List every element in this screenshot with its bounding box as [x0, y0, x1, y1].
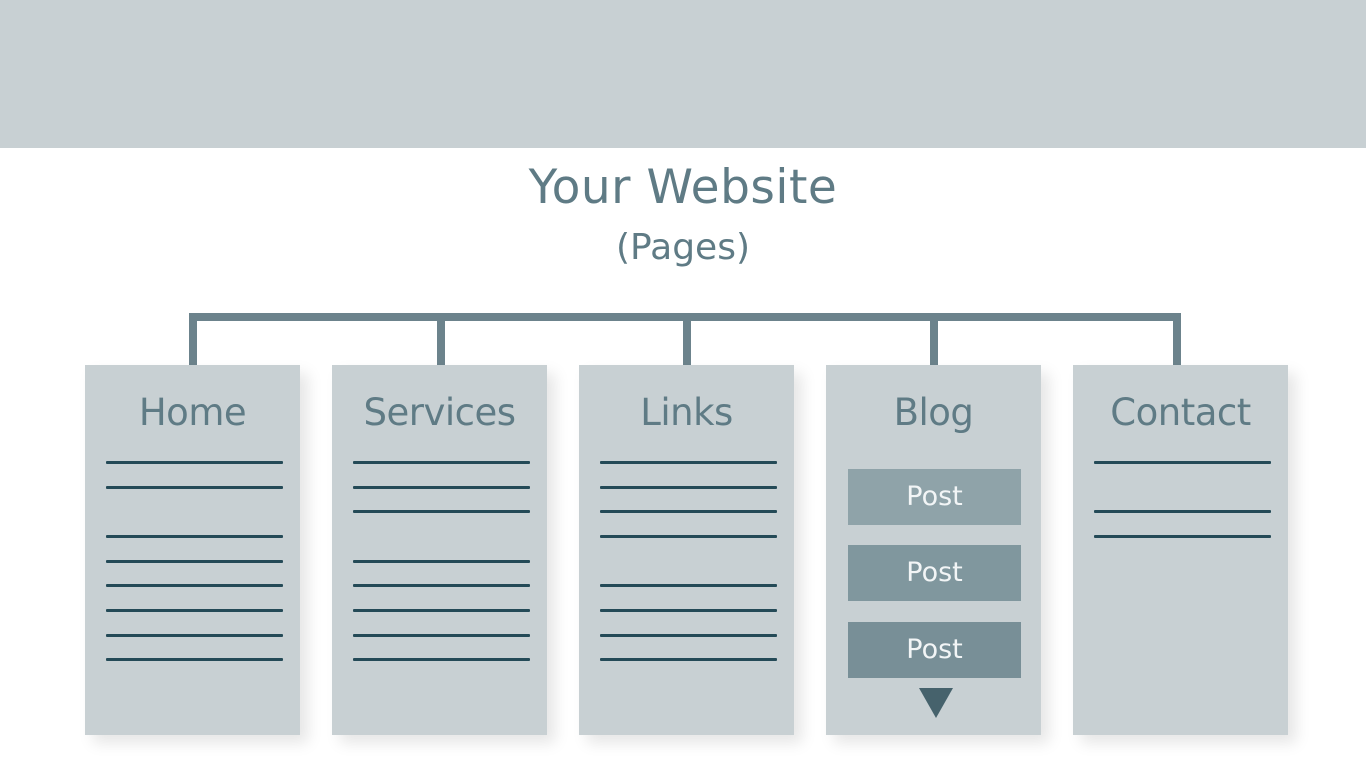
page-card-home: Home — [85, 365, 300, 735]
text-line — [1094, 510, 1271, 513]
page-title-contact: Contact — [1110, 391, 1251, 434]
page-card-contact: Contact — [1073, 365, 1288, 735]
blog-post-box: Post — [848, 622, 1021, 678]
text-line — [106, 584, 283, 587]
diagram-subtitle: (Pages) — [616, 227, 750, 268]
connector-drop-blog — [930, 313, 938, 365]
connector-drop-contact — [1173, 313, 1181, 365]
diagram-title: Your Website — [528, 160, 838, 215]
page-card-blog: Blog Post Post Post — [826, 365, 1041, 735]
text-line — [600, 634, 777, 637]
text-line — [1094, 535, 1271, 538]
text-line — [600, 486, 777, 489]
text-line — [106, 486, 283, 489]
blog-post-box: Post — [848, 545, 1021, 601]
text-line — [600, 609, 777, 612]
text-line — [353, 560, 530, 563]
text-line — [353, 486, 530, 489]
connector-drop-services — [437, 313, 445, 365]
connector-drop-home — [189, 313, 197, 365]
text-line — [353, 510, 530, 513]
text-line — [600, 658, 777, 661]
blog-post-box: Post — [848, 469, 1021, 525]
page-card-services: Services — [332, 365, 547, 735]
connector-drop-links — [683, 313, 691, 365]
page-title-links: Links — [640, 391, 733, 434]
page-card-links: Links — [579, 365, 794, 735]
text-line — [353, 634, 530, 637]
page-title-blog: Blog — [893, 391, 974, 434]
text-line — [353, 609, 530, 612]
page-title-services: Services — [363, 391, 516, 434]
text-line — [1094, 461, 1271, 464]
page-title-home: Home — [138, 391, 247, 434]
text-line — [106, 634, 283, 637]
header-banner — [0, 0, 1366, 148]
text-line — [600, 510, 777, 513]
text-line — [106, 658, 283, 661]
text-line — [353, 584, 530, 587]
text-line — [600, 535, 777, 538]
text-line — [600, 461, 777, 464]
text-line — [106, 609, 283, 612]
more-posts-down-triangle-icon — [919, 688, 953, 718]
text-line — [353, 461, 530, 464]
text-line — [106, 560, 283, 563]
text-line — [106, 461, 283, 464]
text-line — [600, 584, 777, 587]
text-line — [353, 658, 530, 661]
text-line — [106, 535, 283, 538]
